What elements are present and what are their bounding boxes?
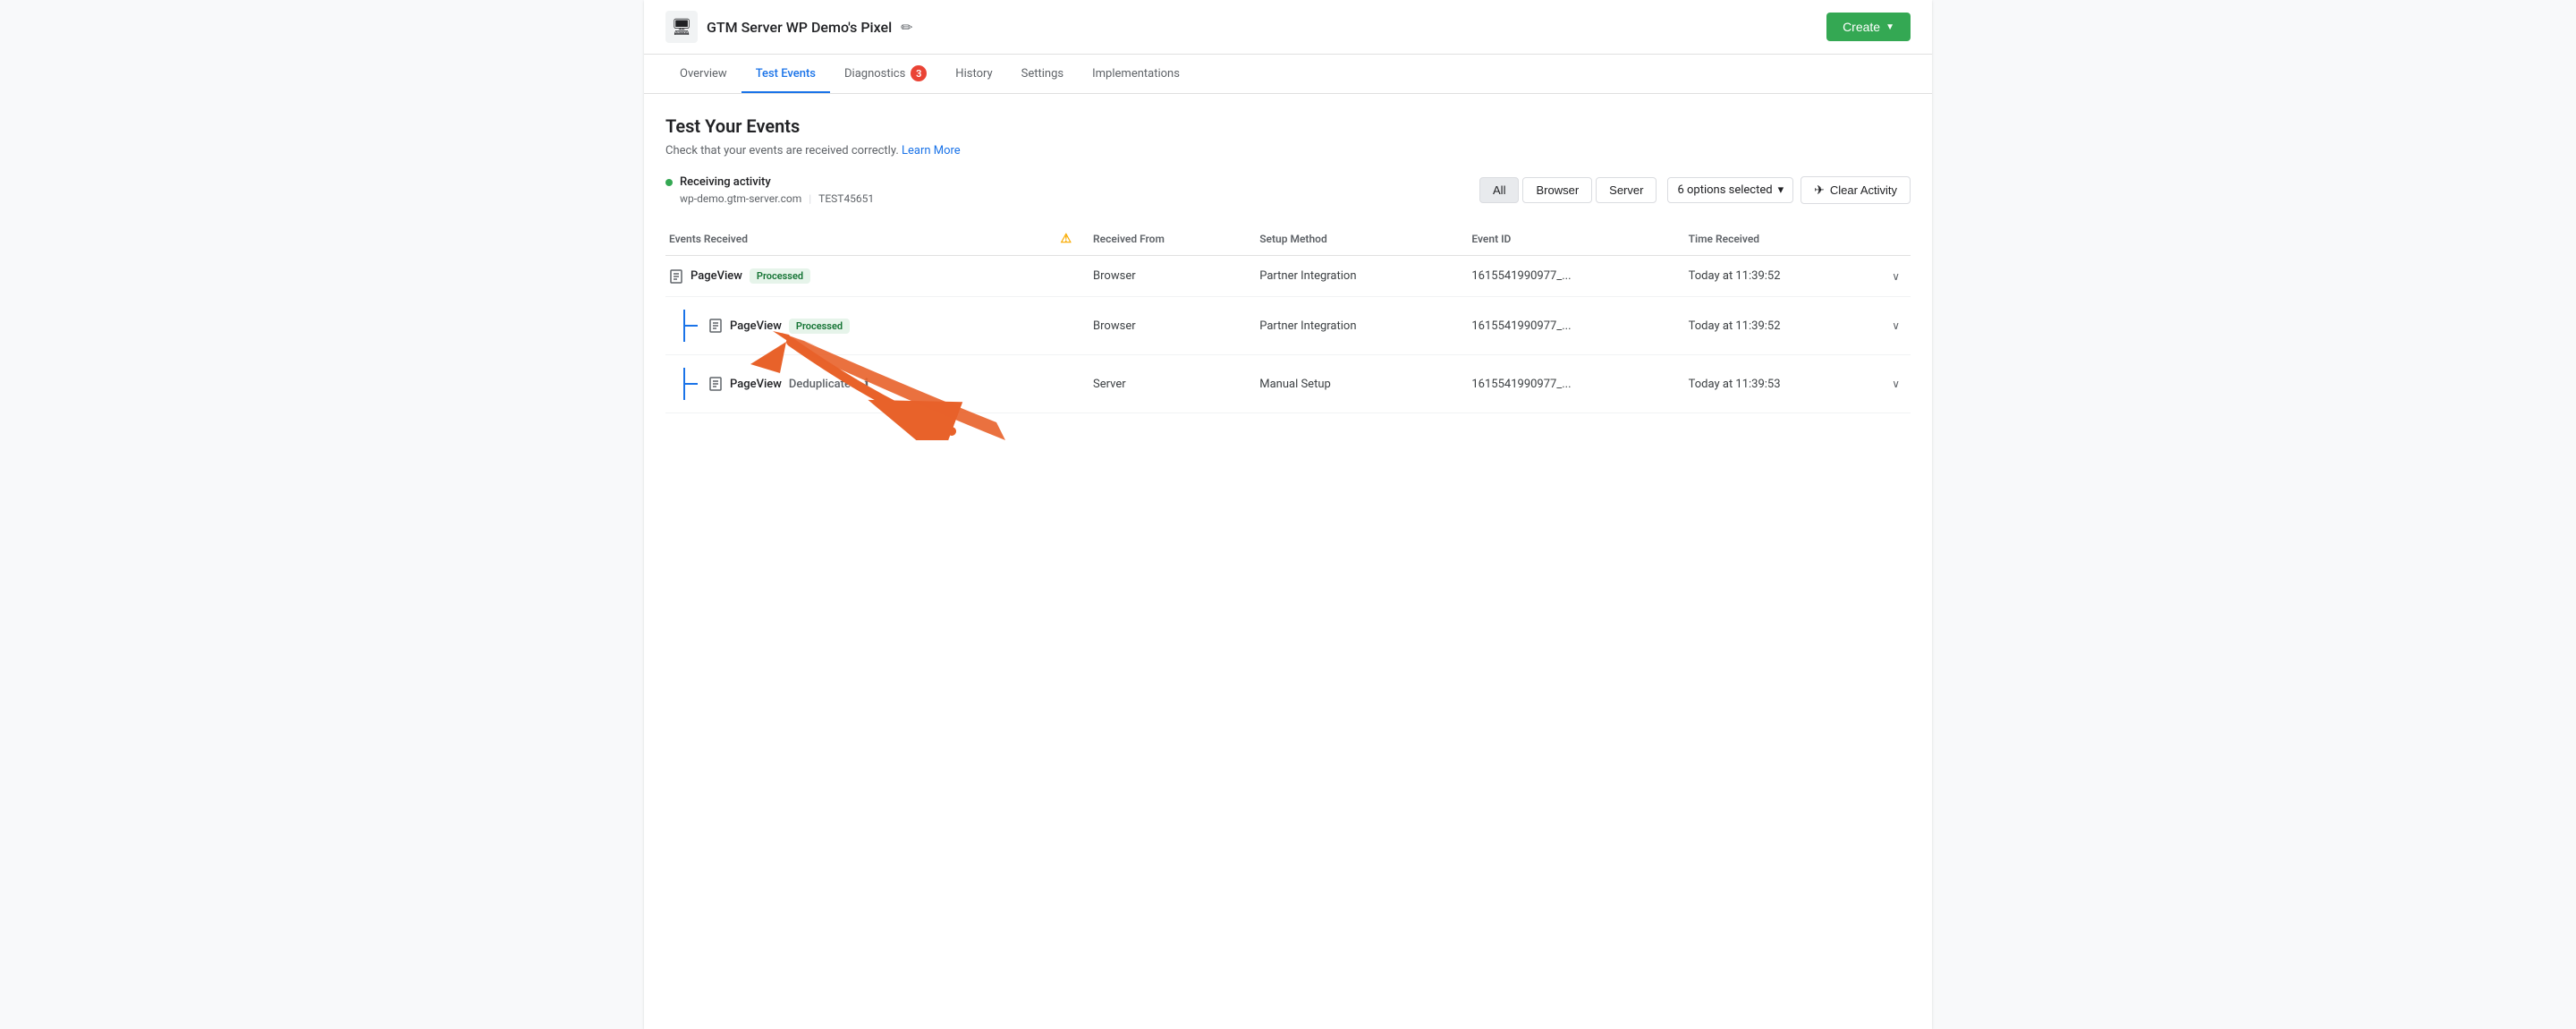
- time-cell: Today at 11:39:52: [1678, 297, 1882, 355]
- clear-label: Clear Activity: [1830, 183, 1897, 197]
- activity-label: Receiving activity: [665, 175, 874, 189]
- received-from-cell: Server: [1082, 355, 1249, 413]
- setup-method-cell: Partner Integration: [1249, 256, 1461, 297]
- header: 🖥 GTM Server WP Demo's Pixel ✏ Create ▼: [644, 0, 1932, 55]
- event-id-cell: 1615541990977_...: [1461, 297, 1677, 355]
- expand-chevron-icon: ∨: [1892, 319, 1900, 332]
- diagnostics-badge: 3: [911, 65, 927, 81]
- options-label: 6 options selected: [1677, 183, 1772, 197]
- tabs-bar: Overview Test Events Diagnostics 3 Histo…: [644, 55, 1932, 94]
- status-badge-deduplicated: Deduplicated: [789, 378, 857, 391]
- col-setup-method: Setup Method: [1249, 223, 1461, 256]
- page-icon: [708, 319, 723, 333]
- activity-test-id: TEST45651: [818, 192, 874, 205]
- dropdown-arrow-icon: ▼: [1885, 22, 1894, 32]
- filter-all-button[interactable]: All: [1479, 177, 1519, 203]
- events-table: Events Received ⚠ Received From Setup Me…: [665, 223, 1911, 413]
- event-name: PageView: [691, 269, 742, 283]
- warning-cell: [1049, 256, 1082, 297]
- page-subtitle: Check that your events are received corr…: [665, 144, 1911, 157]
- create-label: Create: [1843, 20, 1880, 34]
- activity-detail: wp-demo.gtm-server.com | TEST45651: [665, 192, 874, 205]
- col-warning: ⚠: [1049, 223, 1082, 256]
- expand-cell[interactable]: ∨: [1881, 355, 1911, 413]
- app-container: 🖥 GTM Server WP Demo's Pixel ✏ Create ▼ …: [644, 0, 1932, 1029]
- event-name-cell: PageView Processed: [665, 297, 1049, 355]
- events-table-wrapper: Events Received ⚠ Received From Setup Me…: [665, 223, 1911, 413]
- expand-cell[interactable]: ∨: [1881, 297, 1911, 355]
- warning-cell: [1049, 297, 1082, 355]
- monitor-icon: 🖥: [672, 18, 692, 37]
- tab-overview[interactable]: Overview: [665, 56, 741, 93]
- received-from-cell: Browser: [1082, 256, 1249, 297]
- edit-icon[interactable]: ✏: [901, 19, 912, 36]
- page-title: Test Your Events: [665, 115, 1911, 137]
- warning-cell: [1049, 355, 1082, 413]
- col-time-received: Time Received: [1678, 223, 1882, 256]
- table-row[interactable]: PageView Deduplicated ℹ Server Manual Se…: [665, 355, 1911, 413]
- filter-server-button[interactable]: Server: [1596, 177, 1657, 203]
- app-title: GTM Server WP Demo's Pixel: [707, 19, 892, 36]
- event-id-cell: 1615541990977_...: [1461, 355, 1677, 413]
- app-icon: 🖥: [665, 11, 698, 43]
- tab-settings[interactable]: Settings: [1007, 56, 1078, 93]
- warning-icon: ⚠: [1060, 232, 1072, 246]
- activity-bar: Receiving activity wp-demo.gtm-server.co…: [665, 175, 1911, 205]
- event-id-cell: 1615541990977_...: [1461, 256, 1677, 297]
- activity-status: Receiving activity wp-demo.gtm-server.co…: [665, 175, 874, 205]
- header-left: 🖥 GTM Server WP Demo's Pixel ✏: [665, 11, 913, 43]
- setup-method-cell: Partner Integration: [1249, 297, 1461, 355]
- clear-activity-button[interactable]: ✈ Clear Activity: [1801, 176, 1911, 204]
- info-icon[interactable]: ℹ: [864, 377, 869, 391]
- filter-controls: All Browser Server 6 options selected ▾ …: [1479, 176, 1911, 204]
- expand-cell[interactable]: ∨: [1881, 256, 1911, 297]
- active-dot: [665, 179, 673, 186]
- event-name-cell: PageView Processed: [665, 256, 1049, 297]
- main-content: Test Your Events Check that your events …: [644, 94, 1932, 435]
- create-button[interactable]: Create ▼: [1826, 13, 1911, 41]
- page-icon: [669, 269, 683, 284]
- activity-domain: wp-demo.gtm-server.com: [680, 192, 801, 205]
- status-badge: Processed: [750, 268, 810, 284]
- learn-more-link[interactable]: Learn More: [902, 144, 961, 157]
- send-icon: ✈: [1814, 183, 1825, 198]
- col-expand: [1881, 223, 1911, 256]
- page-icon: [708, 377, 723, 391]
- tab-diagnostics[interactable]: Diagnostics 3: [830, 55, 941, 94]
- table-row[interactable]: PageView Processed Browser Partner Integ…: [665, 256, 1911, 297]
- expand-chevron-icon: ∨: [1892, 270, 1900, 283]
- col-events-received: Events Received: [665, 223, 1049, 256]
- event-name-cell: PageView Deduplicated ℹ: [665, 355, 1049, 413]
- event-name: PageView: [730, 319, 782, 333]
- time-cell: Today at 11:39:53: [1678, 355, 1882, 413]
- chevron-down-icon: ▾: [1778, 183, 1784, 197]
- options-select[interactable]: 6 options selected ▾: [1667, 177, 1793, 203]
- status-badge: Processed: [789, 319, 850, 334]
- time-cell: Today at 11:39:52: [1678, 256, 1882, 297]
- tab-implementations[interactable]: Implementations: [1078, 56, 1194, 93]
- separator: |: [809, 192, 811, 205]
- col-event-id: Event ID: [1461, 223, 1677, 256]
- tab-history[interactable]: History: [941, 56, 1006, 93]
- expand-chevron-icon: ∨: [1892, 378, 1900, 390]
- event-name: PageView: [730, 378, 782, 391]
- received-from-cell: Browser: [1082, 297, 1249, 355]
- tab-test-events[interactable]: Test Events: [741, 56, 830, 93]
- col-received-from: Received From: [1082, 223, 1249, 256]
- table-row[interactable]: PageView Processed Browser Partner Integ…: [665, 297, 1911, 355]
- setup-method-cell: Manual Setup: [1249, 355, 1461, 413]
- filter-browser-button[interactable]: Browser: [1522, 177, 1592, 203]
